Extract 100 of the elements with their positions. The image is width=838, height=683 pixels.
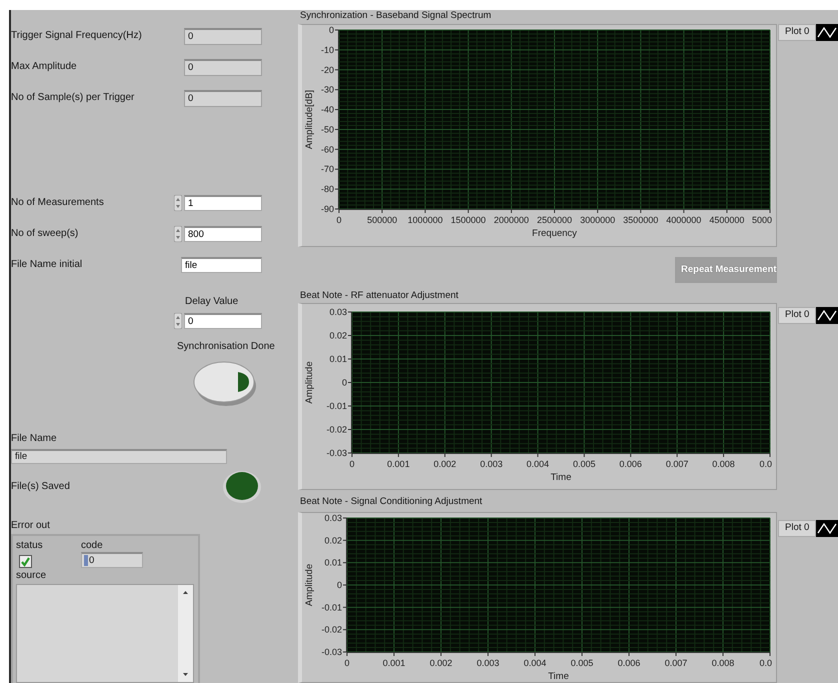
tick-label: 0.004 bbox=[524, 658, 546, 668]
tick-label: 0.03 bbox=[329, 307, 347, 317]
field-label: No of sweep(s) bbox=[11, 228, 80, 240]
tick-label: 0.006 bbox=[619, 459, 642, 469]
number-input[interactable]: 0 bbox=[184, 313, 262, 329]
scroll-down-icon[interactable] bbox=[183, 673, 188, 676]
tick-label: -10 bbox=[320, 44, 334, 55]
tick-label: 0.005 bbox=[572, 459, 596, 469]
tick-label: 0.001 bbox=[382, 658, 406, 668]
value-display: 0 bbox=[184, 28, 262, 44]
tick-label: 0.003 bbox=[476, 658, 500, 668]
tick-label: 1000000 bbox=[408, 215, 443, 225]
tick-label: 2000000 bbox=[494, 215, 529, 225]
tick-label: 0.005 bbox=[570, 658, 594, 668]
graph-title: Beat Note - Signal Conditioning Adjustment bbox=[300, 496, 482, 507]
tick-label: 0.006 bbox=[618, 658, 640, 668]
field-label: File Name initial bbox=[11, 259, 84, 271]
graph-title: Synchronization - Baseband Signal Spectrum bbox=[300, 10, 492, 21]
spin-buttons[interactable] bbox=[174, 313, 182, 329]
scroll-up-icon[interactable] bbox=[183, 591, 188, 594]
tick-label: 0.0 bbox=[759, 459, 772, 469]
tick-label: 0 bbox=[350, 459, 354, 469]
tick-label: -40 bbox=[320, 104, 334, 115]
tick-label: 0.0 bbox=[759, 658, 772, 668]
tick-label: 0 bbox=[336, 215, 342, 225]
code-value: 0 bbox=[89, 554, 94, 566]
value-display: file bbox=[11, 449, 227, 464]
field-label: source bbox=[16, 570, 48, 582]
tick-label: -0.01 bbox=[326, 401, 347, 411]
field-label: status bbox=[16, 540, 44, 552]
tick-label: 5000 bbox=[752, 215, 772, 225]
field-label: No of Sample(s) per Trigger bbox=[11, 92, 136, 104]
tick-label: 0.004 bbox=[526, 459, 550, 469]
tick-label: 1500000 bbox=[450, 215, 486, 225]
spin-buttons[interactable] bbox=[174, 226, 182, 242]
tick-label: 0.008 bbox=[712, 459, 735, 469]
tick-label: 3000000 bbox=[580, 215, 616, 225]
tick-label: -30 bbox=[320, 84, 334, 95]
spin-buttons[interactable] bbox=[174, 195, 182, 211]
tick-label: 0.01 bbox=[329, 354, 347, 364]
tick-label: 3500000 bbox=[623, 215, 658, 225]
value-display: 0 bbox=[184, 90, 262, 106]
tick-label: 0.007 bbox=[664, 658, 688, 668]
text-input[interactable]: file bbox=[181, 257, 262, 273]
tick-label: -0.01 bbox=[321, 602, 342, 612]
axis-title: Time bbox=[550, 472, 572, 483]
tick-label: 0.008 bbox=[712, 658, 734, 668]
tick-label: -80 bbox=[320, 184, 334, 194]
plot-line-icon bbox=[816, 307, 838, 324]
tick-label: 0.007 bbox=[666, 459, 688, 469]
field-label: No of Measurements bbox=[11, 197, 105, 209]
tick-label: -60 bbox=[320, 144, 334, 154]
tick-label: 0 bbox=[342, 378, 347, 388]
radix-icon bbox=[84, 555, 88, 566]
tick-label: 4000000 bbox=[666, 215, 702, 225]
axis-title: Amplitude bbox=[304, 564, 315, 606]
number-input[interactable]: 1 bbox=[184, 195, 262, 211]
tick-label: 0 bbox=[336, 580, 342, 590]
tick-label: 0.03 bbox=[324, 513, 342, 523]
plot-line-icon bbox=[816, 520, 838, 537]
tick-label: 0.002 bbox=[430, 658, 452, 668]
tick-label: 0.001 bbox=[387, 459, 410, 469]
tick-label: -0.02 bbox=[321, 624, 342, 635]
tick-label: -70 bbox=[320, 164, 334, 174]
tick-label: 0 bbox=[328, 25, 334, 35]
field-label: code bbox=[81, 540, 104, 552]
tick-label: 0.02 bbox=[329, 330, 347, 340]
tick-label: -0.03 bbox=[326, 448, 347, 458]
scrollbar[interactable] bbox=[178, 585, 193, 682]
tick-label: 0.003 bbox=[480, 459, 503, 469]
axis-title: Amplitude[dB] bbox=[304, 90, 315, 150]
axis-title: Amplitude bbox=[304, 361, 315, 404]
tick-label: -90 bbox=[320, 204, 334, 214]
tick-label: 2500000 bbox=[536, 215, 572, 225]
tick-label: -0.02 bbox=[326, 424, 347, 434]
value-display: 0 bbox=[184, 58, 262, 76]
tick-label: 4500000 bbox=[709, 215, 744, 225]
cluster-label: Error out bbox=[11, 520, 50, 531]
legend-label: Plot 0 bbox=[778, 24, 816, 41]
legend-label: Plot 0 bbox=[778, 520, 816, 537]
led-label: File(s) Saved bbox=[11, 480, 71, 492]
tick-label: 500000 bbox=[367, 215, 398, 225]
field-label: Delay Value bbox=[185, 296, 238, 307]
field-label: File Name bbox=[11, 433, 57, 444]
tick-label: 0.02 bbox=[324, 535, 342, 546]
plot-line-icon bbox=[816, 24, 838, 41]
button-label: Synchronisation Done bbox=[177, 341, 275, 352]
axis-title: Frequency bbox=[532, 228, 577, 239]
tick-label: -50 bbox=[320, 124, 334, 134]
field-label: Trigger Signal Frequency(Hz) bbox=[11, 30, 143, 42]
number-input[interactable]: 800 bbox=[184, 226, 262, 242]
field-label: Max Amplitude bbox=[11, 61, 78, 73]
tick-label: 0.01 bbox=[324, 558, 342, 568]
tick-label: -0.03 bbox=[321, 647, 342, 657]
tick-label: 0.002 bbox=[434, 459, 456, 469]
legend-label: Plot 0 bbox=[778, 307, 816, 324]
axis-title: Time bbox=[548, 671, 569, 682]
tick-label: 0 bbox=[344, 658, 350, 668]
tick-label: -20 bbox=[320, 64, 334, 75]
graph-title: Beat Note - RF attenuator Adjustment bbox=[300, 290, 458, 301]
